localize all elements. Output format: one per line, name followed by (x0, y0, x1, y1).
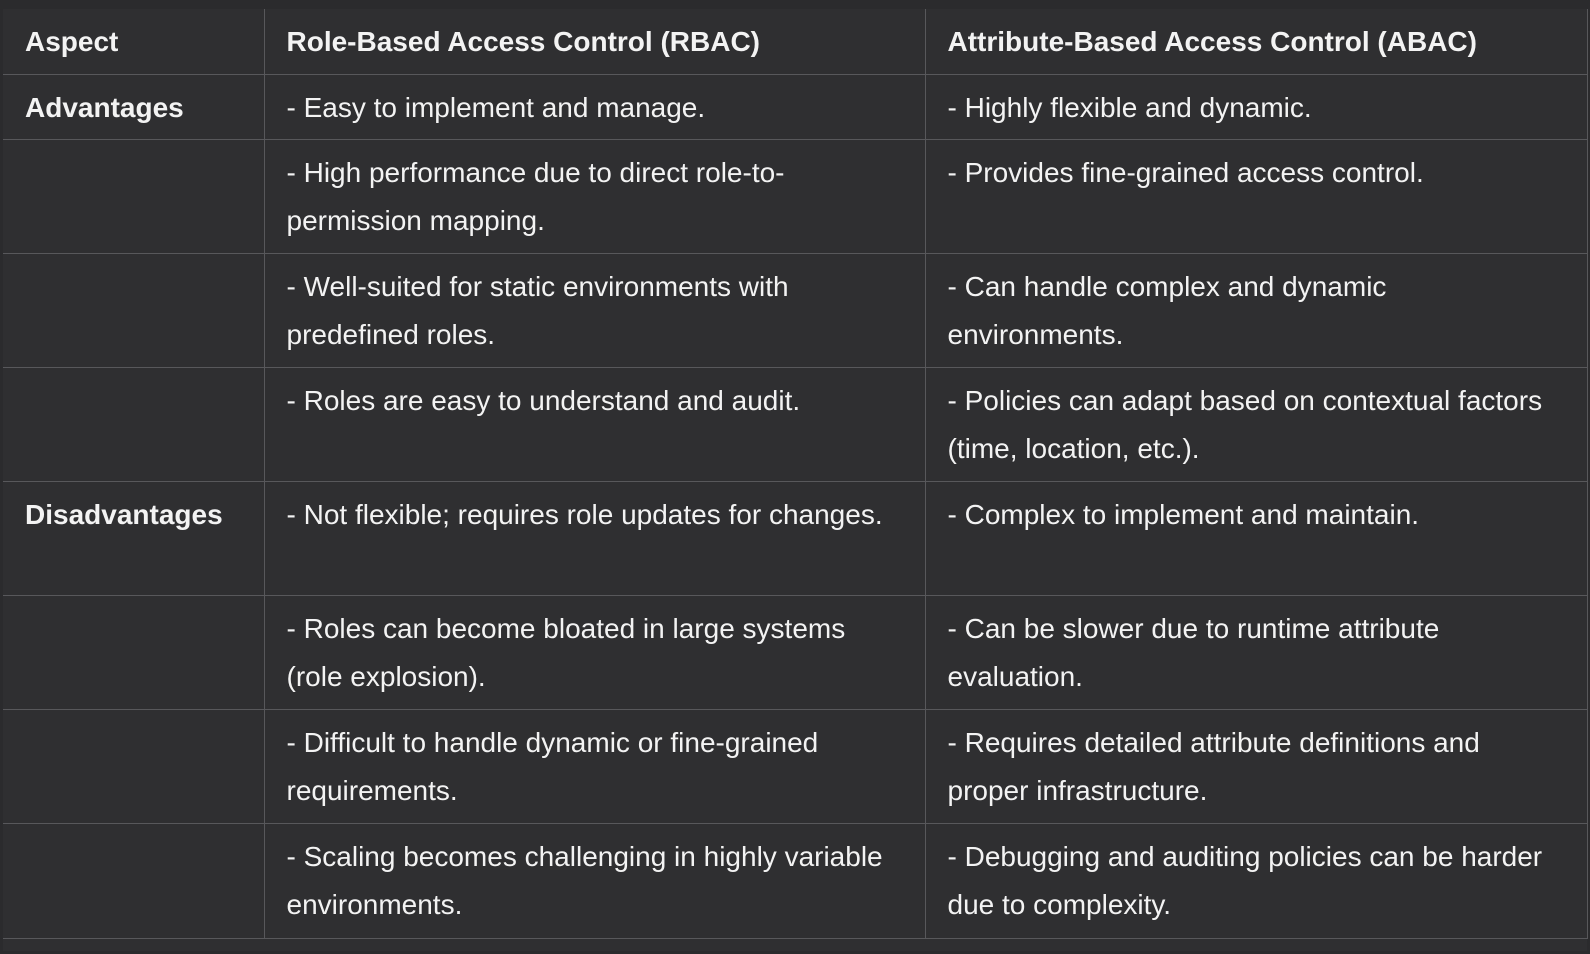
rbac-cell: - Well-suited for static environments wi… (263, 252, 926, 368)
abac-cell: - Provides fine-grained access control. (924, 138, 1588, 254)
rbac-cell: - Difficult to handle dynamic or fine-gr… (263, 708, 926, 824)
rbac-cell: - Roles can become bloated in large syst… (263, 594, 926, 710)
aspect-cell (3, 366, 265, 482)
comparison-table: Aspect Role-Based Access Control (RBAC) … (3, 9, 1588, 939)
aspect-cell (3, 138, 265, 254)
abac-cell: - Can handle complex and dynamic environ… (924, 252, 1588, 368)
rbac-cell: - Scaling becomes challenging in highly … (263, 822, 926, 939)
abac-cell: - Can be slower due to runtime attribute… (924, 594, 1588, 710)
rbac-cell: - Not flexible; requires role updates fo… (263, 480, 926, 596)
table-row: - Scaling becomes challenging in highly … (3, 822, 1588, 939)
aspect-cell: Disadvantages (3, 480, 265, 596)
header-abac: Attribute-Based Access Control (ABAC) (924, 9, 1588, 75)
table-header-row: Aspect Role-Based Access Control (RBAC) … (3, 9, 1588, 75)
aspect-cell (3, 252, 265, 368)
abac-cell: - Debugging and auditing policies can be… (924, 822, 1588, 939)
aspect-cell (3, 594, 265, 710)
table-row: Advantages - Easy to implement and manag… (3, 73, 1588, 140)
table-row: - Well-suited for static environments wi… (3, 252, 1588, 368)
abac-cell: - Policies can adapt based on contextual… (924, 366, 1588, 482)
abac-cell: - Requires detailed attribute definition… (924, 708, 1588, 824)
table-row: - High performance due to direct role-to… (3, 138, 1588, 254)
comparison-table-container: Aspect Role-Based Access Control (RBAC) … (3, 9, 1588, 951)
abac-cell: - Complex to implement and maintain. (924, 480, 1588, 596)
rbac-cell: - High performance due to direct role-to… (263, 138, 926, 254)
header-aspect: Aspect (3, 9, 265, 75)
table-row: - Roles can become bloated in large syst… (3, 594, 1588, 710)
table-row: Disadvantages - Not flexible; requires r… (3, 480, 1588, 596)
table-row: - Roles are easy to understand and audit… (3, 366, 1588, 482)
header-rbac: Role-Based Access Control (RBAC) (263, 9, 926, 75)
rbac-cell: - Easy to implement and manage. (263, 73, 926, 140)
table-row: - Difficult to handle dynamic or fine-gr… (3, 708, 1588, 824)
aspect-cell (3, 822, 265, 939)
aspect-cell (3, 708, 265, 824)
abac-cell: - Highly flexible and dynamic. (924, 73, 1588, 140)
aspect-cell: Advantages (3, 73, 265, 140)
rbac-cell: - Roles are easy to understand and audit… (263, 366, 926, 482)
